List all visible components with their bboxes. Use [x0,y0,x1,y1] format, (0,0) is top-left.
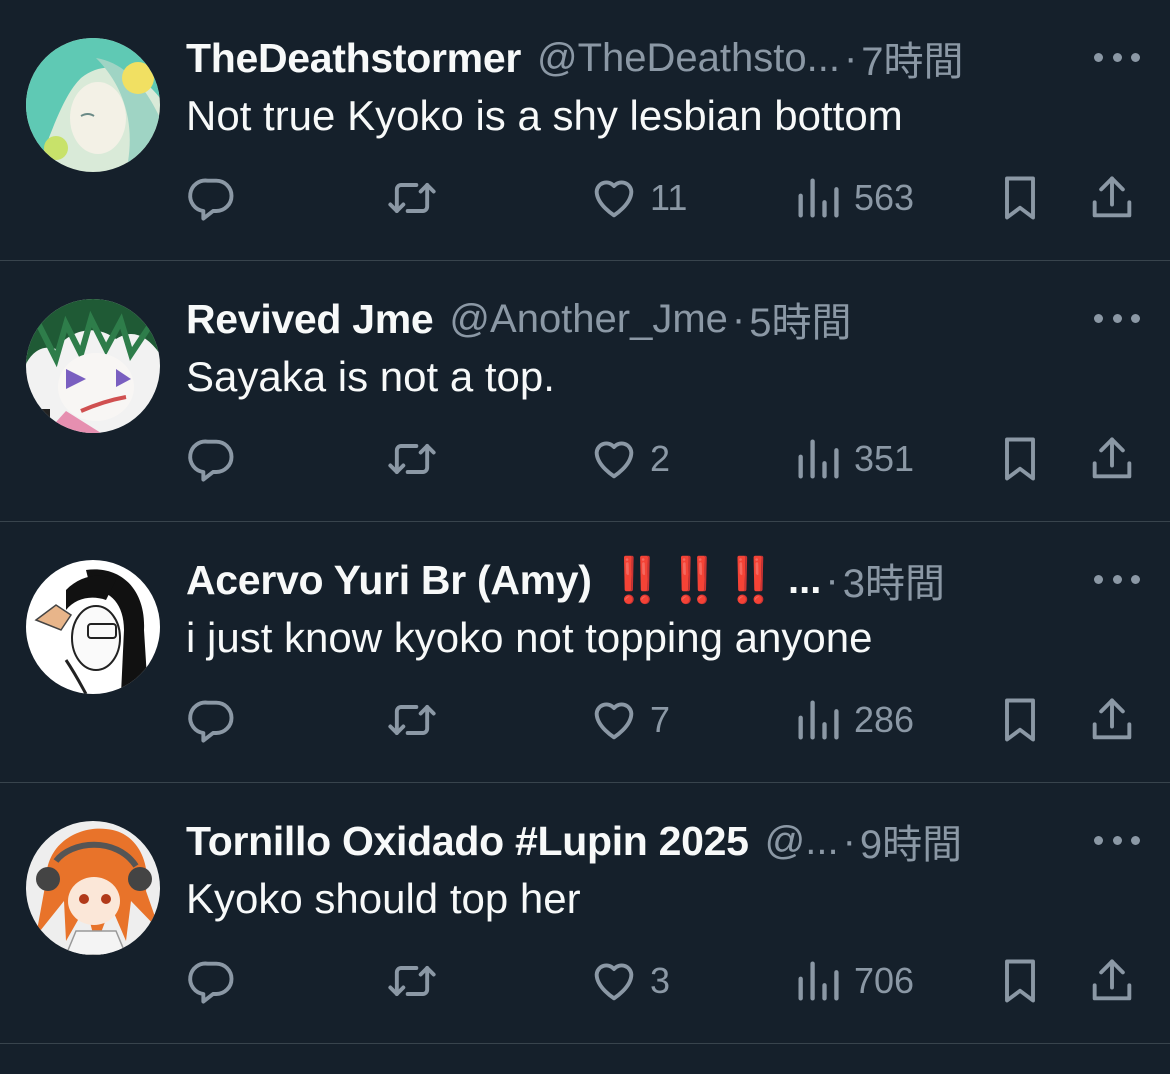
views-button[interactable]: 706 [792,955,914,1007]
share-button[interactable] [1086,955,1138,1007]
reply-button[interactable] [186,694,238,746]
views-button[interactable]: 351 [792,433,914,485]
reply-item[interactable]: Revived Jme @Another_Jme · 5時間 Sayaka is… [0,261,1170,522]
share-icon [1092,437,1132,479]
avatar[interactable] [26,560,160,694]
view-count: 286 [854,699,915,740]
views-chart-icon [798,961,839,1001]
action-bar: 3 706 [0,955,1170,1007]
bookmark-button[interactable] [994,694,1046,746]
share-button[interactable] [1086,694,1138,746]
like-count: 11 [650,177,688,218]
reply-button[interactable] [186,955,238,1007]
bookmark-button[interactable] [994,433,1046,485]
reply-item[interactable]: Acervo Yuri Br (Amy) ‼️‼️‼️ ... · 3時間 i … [0,522,1170,783]
more-icon[interactable] [1094,40,1140,74]
reply-text: Kyoko should top her [186,875,581,922]
reply-button[interactable] [186,172,238,224]
name-truncation: ... [788,557,822,602]
like-count: 7 [650,699,671,740]
retweet-icon [388,183,436,213]
timestamp[interactable]: 9時間 [860,813,962,869]
bookmark-icon [1005,176,1035,220]
double-exclamation-emoji: ‼️‼️‼️ [609,556,781,605]
reply-header: Revived Jme @Another_Jme · 5時間 [186,291,1050,347]
share-icon [1092,698,1132,740]
share-icon [1092,176,1132,218]
action-bar: 11 563 [0,172,1170,224]
retweet-icon [388,444,436,474]
reply-button[interactable] [186,433,238,485]
share-button[interactable] [1086,172,1138,224]
display-name[interactable]: Tornillo Oxidado #Lupin 2025 [186,818,749,865]
avatar[interactable] [26,38,160,172]
user-handle[interactable]: @Another_Jme [449,297,728,342]
reply-text: Not true Kyoko is a shy lesbian bottom [186,92,903,139]
views-button[interactable]: 563 [792,172,914,224]
bookmark-icon [1005,698,1035,742]
bookmark-button[interactable] [994,955,1046,1007]
like-button[interactable]: 7 [588,694,670,746]
separator-dot: · [842,818,856,863]
action-bar: 7 286 [0,694,1170,746]
heart-icon [594,963,634,1001]
like-button[interactable]: 11 [588,172,687,224]
avatar[interactable] [26,821,160,955]
reply-icon [188,178,234,221]
user-handle[interactable]: @... [765,819,839,864]
user-handle[interactable]: @TheDeathsto... [537,36,840,81]
display-name[interactable]: Revived Jme [186,296,434,343]
timestamp[interactable]: 5時間 [749,291,851,347]
retweet-button[interactable] [386,433,438,485]
like-count: 2 [650,438,671,479]
views-chart-icon [798,439,839,479]
retweet-icon [388,966,436,996]
avatar[interactable] [26,299,160,433]
separator-dot: · [843,35,858,80]
like-button[interactable]: 3 [588,955,670,1007]
retweet-button[interactable] [386,694,438,746]
reply-header: Acervo Yuri Br (Amy) ‼️‼️‼️ ... · 3時間 [186,552,1050,608]
view-count: 706 [854,960,915,1001]
timestamp[interactable]: 7時間 [861,30,963,86]
more-icon[interactable] [1094,562,1140,596]
more-icon[interactable] [1094,823,1140,857]
bookmark-icon [1005,437,1035,481]
reply-item[interactable]: TheDeathstormer @TheDeathsto... · 7時間 No… [0,0,1170,261]
reply-item[interactable]: Tornillo Oxidado #Lupin 2025 @... · 9時間 … [0,783,1170,1044]
display-name[interactable]: TheDeathstormer [186,35,521,82]
heart-icon [594,441,634,479]
retweet-icon [388,705,436,735]
reply-text: i just know kyoko not topping anyone [186,614,873,661]
heart-icon [594,702,634,740]
view-count: 351 [854,438,915,479]
display-name[interactable]: Acervo Yuri Br (Amy) [186,557,592,604]
share-button[interactable] [1086,433,1138,485]
like-count: 3 [650,960,671,1001]
separator-dot: · [731,296,746,341]
more-icon[interactable] [1094,301,1140,335]
reply-icon [188,700,234,743]
retweet-button[interactable] [386,955,438,1007]
view-count: 563 [854,177,915,218]
timestamp[interactable]: 3時間 [843,552,945,608]
views-chart-icon [798,700,839,740]
heart-icon [594,180,634,218]
share-icon [1092,959,1132,1001]
replies-feed: TheDeathstormer @TheDeathsto... · 7時間 No… [0,0,1170,1044]
views-button[interactable]: 286 [792,694,914,746]
like-button[interactable]: 2 [588,433,670,485]
separator-dot: · [825,557,839,602]
bookmark-button[interactable] [994,172,1046,224]
retweet-button[interactable] [386,172,438,224]
reply-text: Sayaka is not a top. [186,353,555,400]
action-bar: 2 351 [0,433,1170,485]
reply-header: TheDeathstormer @TheDeathsto... · 7時間 [186,30,1050,86]
reply-icon [188,961,234,1004]
reply-icon [188,439,234,482]
reply-header: Tornillo Oxidado #Lupin 2025 @... · 9時間 [186,813,1050,869]
views-chart-icon [798,178,839,218]
bookmark-icon [1005,959,1035,1003]
